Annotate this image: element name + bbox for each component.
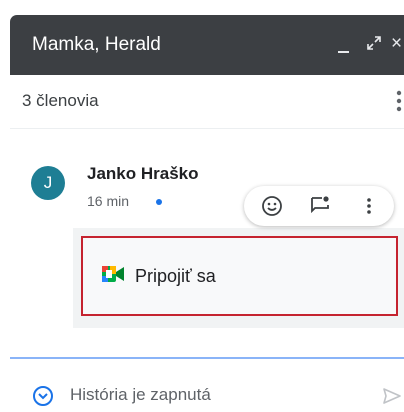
more-vert-icon[interactable] — [354, 186, 384, 226]
message-time: 16 min — [87, 193, 130, 209]
more-vert-icon[interactable] — [396, 90, 402, 117]
avatar[interactable]: J — [31, 166, 65, 200]
unread-dot — [156, 199, 162, 205]
join-meeting-button[interactable]: Pripojiť sa — [101, 262, 216, 290]
member-count[interactable]: 3 členovia — [22, 91, 99, 111]
meet-join-card: Pripojiť sa — [81, 236, 398, 316]
header-separator — [10, 128, 404, 129]
reply-in-thread-icon[interactable] — [302, 186, 338, 226]
expand-icon[interactable] — [366, 35, 382, 56]
send-icon[interactable] — [382, 387, 402, 410]
chat-title[interactable]: Mamka, Herald — [32, 34, 161, 56]
history-status: História je zapnutá — [70, 385, 211, 404]
message-actions-toolbar — [244, 186, 394, 226]
close-icon[interactable]: × — [391, 29, 402, 59]
sender-name: Janko Hraško — [87, 164, 199, 183]
minimize-icon[interactable] — [338, 51, 349, 53]
chat-header: Mamka, Herald × — [10, 15, 404, 75]
emoji-icon[interactable] — [254, 186, 290, 226]
history-toggle-icon[interactable] — [32, 385, 54, 412]
join-label: Pripojiť sa — [135, 265, 216, 286]
compose-divider — [10, 357, 404, 359]
google-meet-icon — [101, 265, 125, 288]
